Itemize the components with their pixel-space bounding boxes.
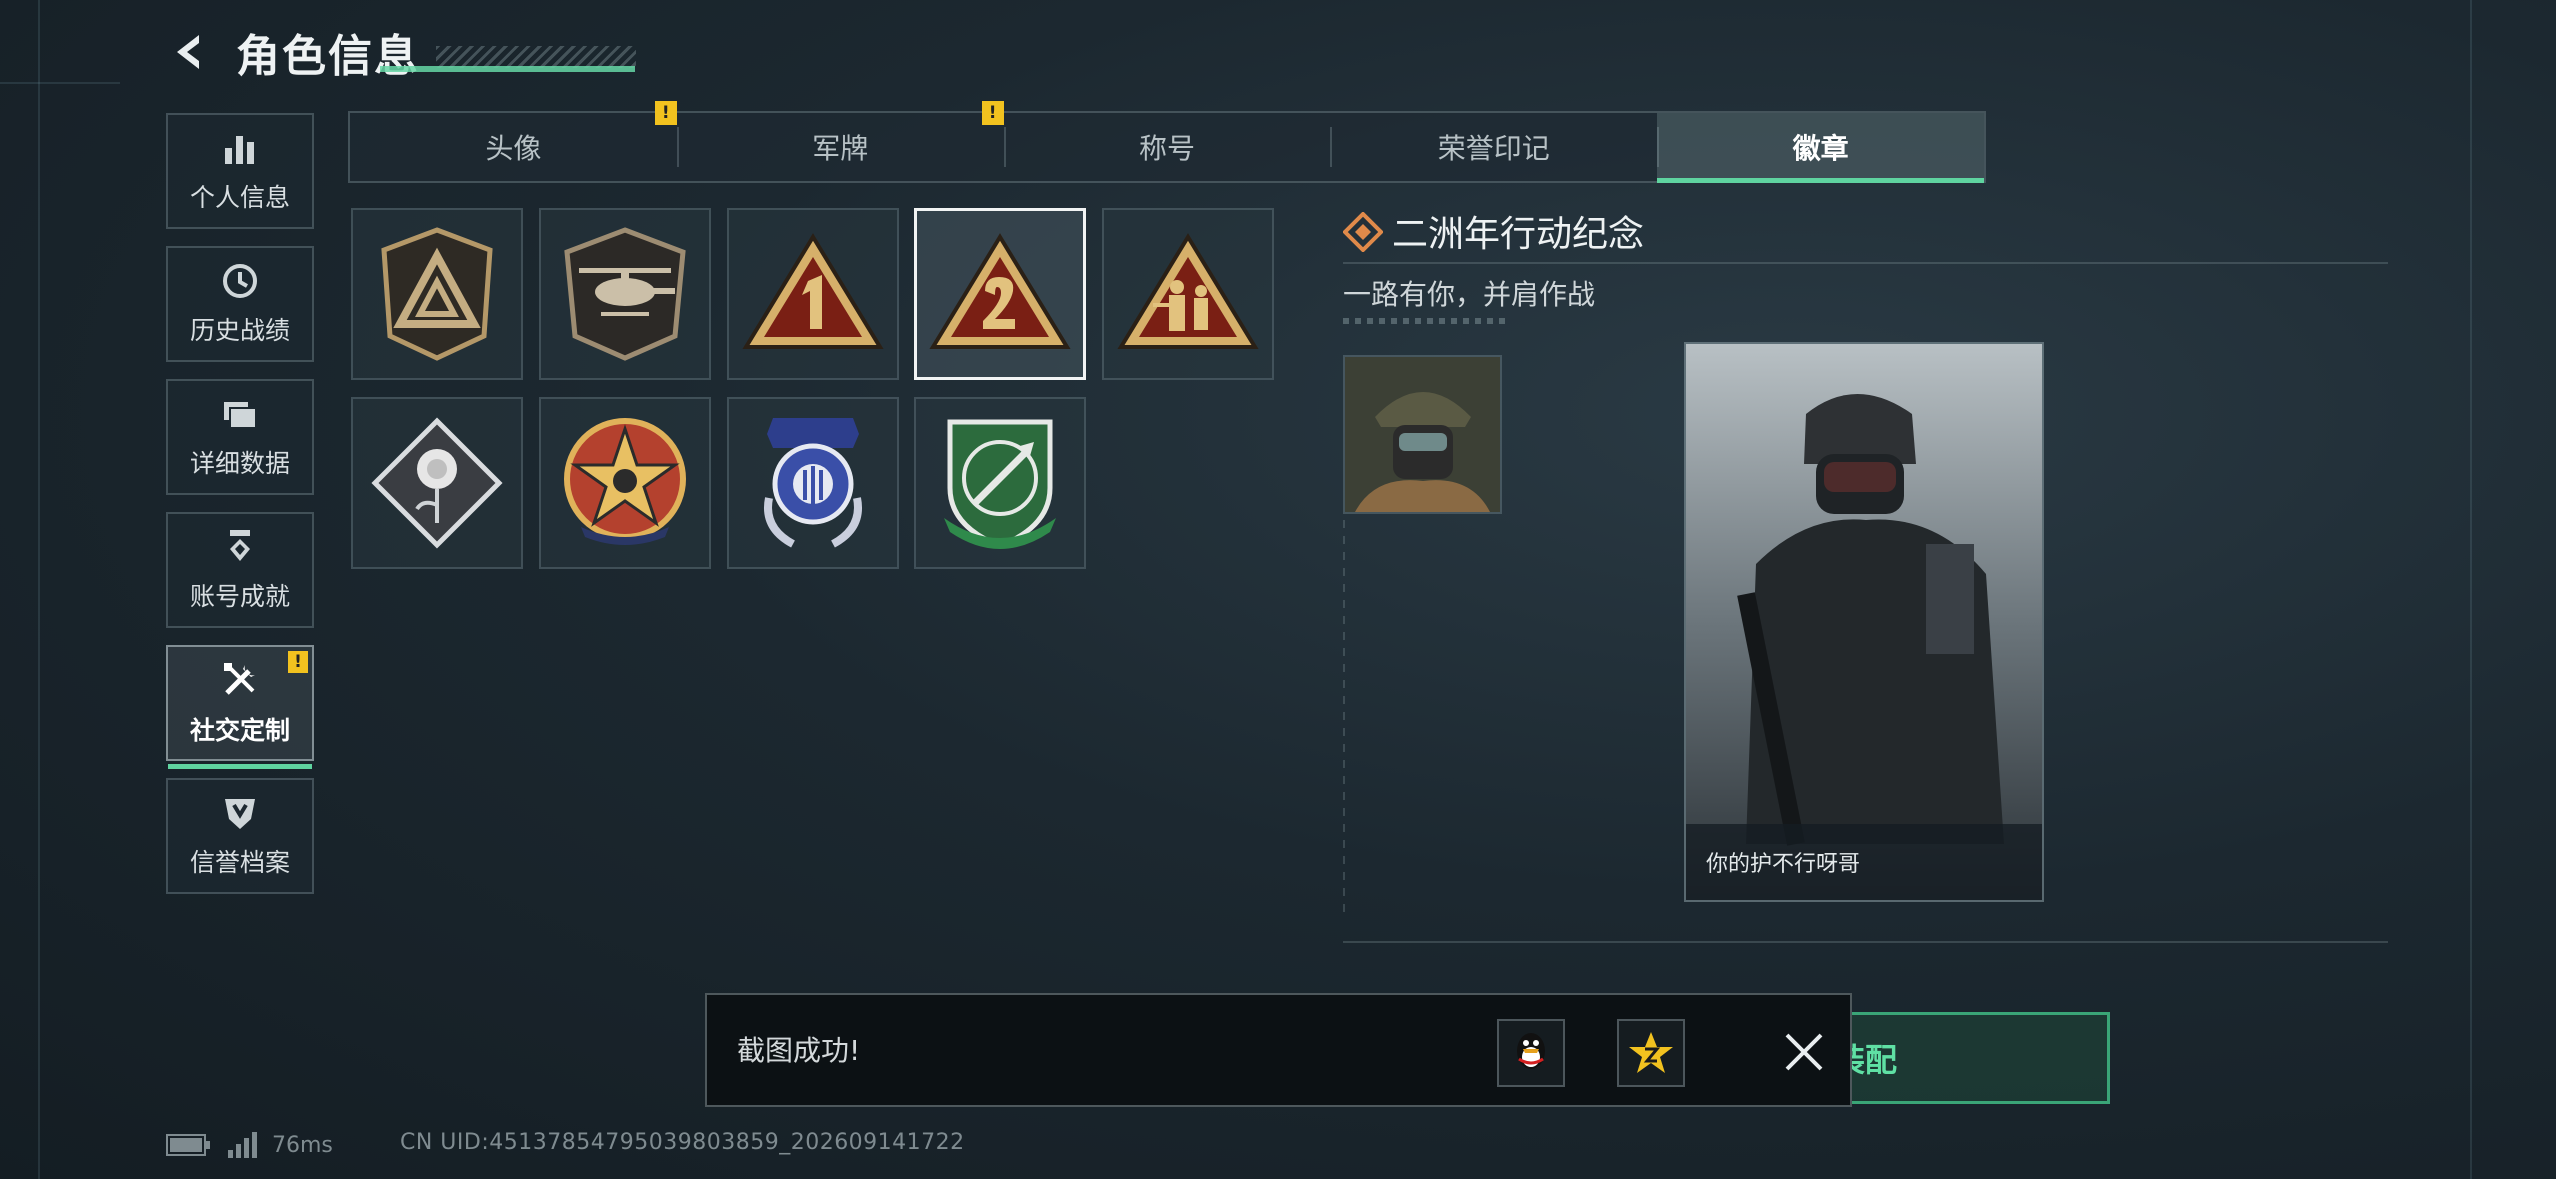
blue-wings-badge-icon: [764, 418, 862, 548]
tab-label: 头像: [485, 132, 542, 165]
sidebar-item-label: 个人信息: [189, 183, 290, 212]
shield-icon: [225, 799, 255, 829]
status-bar: 76ms: [166, 1130, 333, 1160]
alert-badge: !: [981, 101, 1004, 125]
sidebar-item-achievements[interactable]: 账号成就: [166, 512, 314, 628]
header: 角色信息: [166, 22, 636, 82]
obscured-text: [1343, 318, 1508, 324]
tab-avatar[interactable]: 头像 !: [350, 101, 677, 181]
badge-cell-blue-wings[interactable]: [727, 397, 899, 569]
qq-penguin-icon: [1517, 1033, 1545, 1069]
tab-label: 军牌: [812, 132, 869, 165]
tools-icon: [224, 663, 255, 695]
badge-cell-anniversary-2[interactable]: [914, 208, 1086, 380]
tab-label: 称号: [1138, 132, 1195, 165]
star-wreath-badge-icon: [564, 418, 686, 545]
close-icon: [1785, 1033, 1823, 1071]
tab-title[interactable]: 称号: [1003, 113, 1331, 181]
sidebar-item-label: 社交定制: [189, 716, 290, 745]
sidebar-item-label: 账号成就: [189, 582, 290, 611]
soldiers-badge-icon: [1117, 233, 1259, 349]
tab-honor-mark[interactable]: 荣誉印记: [1330, 113, 1657, 181]
alert-badge: !: [288, 651, 308, 673]
sidebar-item-label: 信誉档案: [189, 848, 290, 877]
tab-bar: 头像 ! 军牌 ! 称号 荣誉印记 徽章: [348, 101, 1986, 183]
badge-cell-soldiers[interactable]: [1102, 208, 1274, 380]
medal-icon: [230, 530, 250, 561]
badge-cell-helicopter[interactable]: [539, 208, 711, 380]
uid-text: CN UID:4513785479503980385​9_20260914172…: [400, 1130, 965, 1155]
sidebar-item-detail-data[interactable]: 详细数据: [166, 379, 314, 495]
tab-label: 荣誉印记: [1437, 132, 1550, 165]
soldier-portrait-image: [1345, 357, 1500, 512]
title-underline: [380, 66, 635, 72]
bar-chart-icon: [225, 136, 254, 164]
clock-icon: [223, 264, 257, 298]
tab-dogtag[interactable]: 军牌 !: [676, 101, 1004, 181]
folder-icon: [224, 402, 257, 429]
player-avatar: [1343, 355, 1502, 514]
badge-cell-green-knife[interactable]: [914, 397, 1086, 569]
divider: [1343, 520, 1345, 920]
title-decoration: [436, 46, 636, 68]
ping-value: 76ms: [272, 1132, 333, 1158]
toast-message: 截图成功!: [737, 1034, 861, 1067]
operator-illustration-image: [1686, 344, 2042, 900]
tab-label: 徽章: [1792, 132, 1849, 165]
page-title: 角色信息: [236, 31, 420, 82]
badge-cell-star-wreath[interactable]: [539, 397, 711, 569]
share-qq-button[interactable]: [1497, 1019, 1565, 1087]
back-button[interactable]: [166, 28, 214, 76]
screenshot-toast: 截图成功!: [705, 993, 1852, 1107]
sidebar-item-personal-info[interactable]: 个人信息: [166, 113, 314, 229]
back-arrow-icon: [177, 35, 199, 69]
divider: [1343, 262, 2388, 264]
green-knife-badge-icon: [944, 419, 1056, 549]
bg-line: [38, 0, 40, 1179]
triangle-emblem-badge-icon: [381, 227, 493, 361]
signal-icon: [228, 1132, 257, 1158]
sidebar-item-credit[interactable]: 信誉档案: [166, 778, 314, 894]
sidebar-item-label: 历史战绩: [189, 316, 290, 345]
card-caption: 你的护不行呀哥: [1686, 824, 2042, 900]
badge-cell-rose[interactable]: [351, 397, 523, 569]
badge-cell-anniversary-1[interactable]: [727, 208, 899, 380]
close-button[interactable]: [1769, 1017, 1839, 1087]
operator-card: 你的护不行呀哥: [1684, 342, 2044, 902]
diamond-icon: [1343, 212, 1383, 252]
rose-badge-icon: [371, 417, 503, 549]
bg-line: [2470, 0, 2472, 1179]
alert-badge: !: [654, 101, 677, 125]
sidebar-item-history[interactable]: 历史战绩: [166, 246, 314, 362]
battery-icon: [166, 1134, 210, 1156]
bg-line: [0, 82, 120, 84]
qzone-star-icon: [1629, 1032, 1673, 1073]
badge-description: 一路有你，并肩作战: [1343, 278, 1596, 311]
tab-badge[interactable]: 徽章: [1657, 113, 1984, 183]
sidebar-item-social-custom[interactable]: 社交定制 !: [166, 645, 314, 769]
divider: [1343, 941, 2388, 943]
badge-cell-triangle-emblem[interactable]: [351, 208, 523, 380]
sidebar-item-label: 详细数据: [189, 449, 290, 478]
anniversary-1-badge-icon: [742, 233, 884, 349]
anniversary-2-badge-icon: [929, 233, 1071, 349]
helicopter-badge-icon: [564, 227, 686, 361]
share-qzone-button[interactable]: [1617, 1019, 1685, 1087]
badge-name: 二洲年行动纪念: [1392, 214, 1645, 255]
